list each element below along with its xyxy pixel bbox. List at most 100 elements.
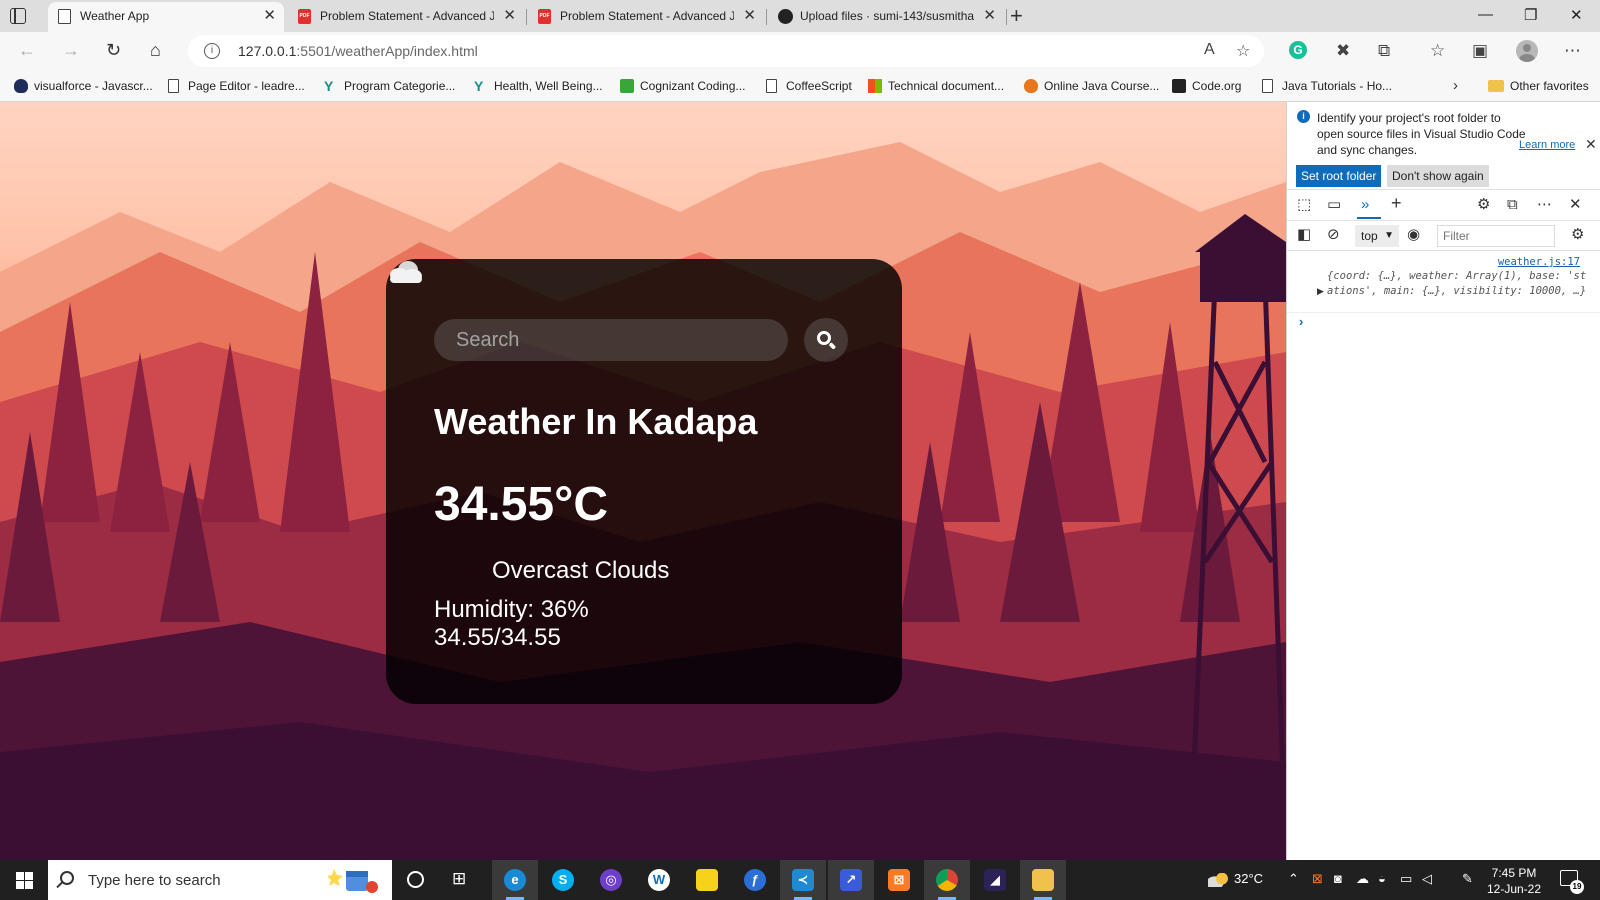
- other-favorites-label: Other favorites: [1510, 79, 1589, 93]
- expand-triangle-icon[interactable]: ▶: [1317, 286, 1324, 297]
- github-desktop-icon: ◎: [600, 869, 622, 891]
- sidebar-toggle-icon[interactable]: ◧: [1297, 226, 1311, 244]
- favorite-cognizant-coding[interactable]: Cognizant Coding...: [618, 76, 745, 96]
- settings-gear-icon[interactable]: ⚙: [1477, 196, 1490, 214]
- favorite-visualforce[interactable]: visualforce - Javascr...: [12, 76, 153, 96]
- extensions-icon[interactable]: ⧉: [1378, 41, 1390, 61]
- url-text[interactable]: 127.0.0.1:5501/weatherApp/index.html: [238, 43, 478, 59]
- tab-weather-app[interactable]: Weather App ✕: [48, 2, 284, 32]
- taskbar-search-box[interactable]: Type here to search: [48, 860, 392, 900]
- taskbar-xampp[interactable]: ⊠: [876, 860, 922, 900]
- inspect-element-icon[interactable]: ⬚: [1297, 196, 1311, 214]
- page-icon: [1262, 79, 1273, 93]
- tab-problem-statement-2[interactable]: PDF Problem Statement - Advanced J ✕: [528, 2, 764, 32]
- taskbar-eclipse[interactable]: ◢: [972, 860, 1018, 900]
- context-select[interactable]: top ▼: [1355, 225, 1399, 247]
- favorite-page-editor[interactable]: Page Editor - leadre...: [166, 76, 305, 96]
- chevron-right-icon[interactable]: ›: [1453, 77, 1458, 94]
- console-log-object[interactable]: {coord: {…}, weather: Array(1), base: 's…: [1327, 269, 1589, 298]
- favorite-java-tutorials[interactable]: Java Tutorials - Ho...: [1260, 76, 1392, 96]
- back-arrow-icon[interactable]: ←: [18, 39, 36, 61]
- dock-icon[interactable]: ⧉: [1507, 196, 1518, 214]
- forward-arrow-icon[interactable]: →: [62, 39, 80, 61]
- add-tool-icon[interactable]: +: [1391, 194, 1402, 212]
- refresh-icon[interactable]: ↻: [106, 39, 121, 61]
- more-tools-chevron-icon[interactable]: »: [1361, 196, 1369, 214]
- tray-weather[interactable]: 32°C: [1208, 871, 1263, 887]
- grammarly-icon[interactable]: G: [1289, 41, 1307, 59]
- address-bar[interactable]: i 127.0.0.1:5501/weatherApp/index.html A…: [188, 35, 1264, 67]
- live-expression-eye-icon[interactable]: ◉: [1407, 226, 1420, 244]
- more-options-icon[interactable]: ⋯: [1564, 41, 1581, 61]
- search-button[interactable]: [804, 318, 848, 362]
- taskbar-vscode[interactable]: ≺: [780, 860, 826, 900]
- info-icon: i: [1297, 110, 1310, 123]
- xampp-tray-icon[interactable]: ⊠: [1312, 871, 1323, 887]
- tab-upload-files[interactable]: Upload files · sumi-143/susmitha ✕: [768, 2, 1004, 32]
- eclipse-icon: ◢: [984, 869, 1006, 891]
- other-favorites-folder[interactable]: Other favorites: [1488, 76, 1589, 96]
- collections-icon[interactable]: ▣: [1472, 41, 1488, 61]
- search-input[interactable]: [434, 319, 788, 361]
- network-icon[interactable]: ◒: [1378, 871, 1386, 886]
- read-aloud-icon[interactable]: A: [1204, 41, 1215, 59]
- favorite-health-well-being[interactable]: Y Health, Well Being...: [472, 76, 603, 96]
- taskbar-sticky-notes[interactable]: [684, 860, 730, 900]
- taskbar-app-w[interactable]: W: [636, 860, 682, 900]
- site-info-icon[interactable]: i: [204, 43, 220, 59]
- cortana-icon[interactable]: [407, 871, 424, 888]
- home-icon[interactable]: ⌂: [150, 39, 161, 61]
- console-log-source-link[interactable]: weather.js:17: [1498, 256, 1580, 268]
- java-icon: [1024, 79, 1038, 93]
- task-view-icon[interactable]: ⊞: [452, 869, 466, 889]
- favorite-label: Health, Well Being...: [494, 79, 603, 93]
- favorite-online-java-course[interactable]: Online Java Course...: [1022, 76, 1159, 96]
- onedrive-icon[interactable]: ☁: [1356, 871, 1369, 887]
- learn-more-link[interactable]: Learn more: [1519, 139, 1575, 151]
- taskbar-github-desktop[interactable]: ◎: [588, 860, 634, 900]
- extension-tools-icon[interactable]: ✖: [1336, 41, 1350, 61]
- webcam-icon[interactable]: ◙: [1334, 871, 1342, 886]
- add-favorite-icon[interactable]: ☆: [1236, 41, 1250, 61]
- taskbar-app-arrow[interactable]: ↗: [828, 860, 874, 900]
- taskbar-skype[interactable]: S: [540, 860, 586, 900]
- close-icon[interactable]: ✕: [743, 2, 756, 30]
- favorite-program-categories[interactable]: Y Program Categorie...: [322, 76, 455, 96]
- dont-show-again-button[interactable]: Don't show again: [1387, 165, 1489, 187]
- device-emulation-icon[interactable]: ▭: [1327, 196, 1341, 214]
- favorite-code-org[interactable]: Code.org: [1170, 76, 1241, 96]
- favorite-coffeescript[interactable]: CoffeeScript: [764, 76, 852, 96]
- set-root-folder-button[interactable]: Set root folder: [1296, 165, 1382, 187]
- tab-problem-statement-1[interactable]: PDF Problem Statement - Advanced J ✕: [288, 2, 524, 32]
- taskbar-edge[interactable]: e: [492, 860, 538, 900]
- volume-icon[interactable]: ◁: [1422, 871, 1432, 887]
- favorite-technical-documentation[interactable]: Technical document...: [866, 76, 1004, 96]
- taskbar-chrome[interactable]: [924, 860, 970, 900]
- minimize-icon[interactable]: —: [1478, 6, 1493, 23]
- windows-taskbar: Type here to search ⊞ e S ◎ W ƒ ≺ ↗ ⊠ ◢ …: [0, 860, 1600, 900]
- favorites-icon[interactable]: ☆: [1430, 41, 1445, 61]
- battery-icon[interactable]: ▭: [1400, 871, 1412, 887]
- clear-console-icon[interactable]: ⊘: [1327, 226, 1340, 244]
- chevron-up-icon[interactable]: ⌃: [1288, 871, 1299, 887]
- restore-icon[interactable]: ❐: [1524, 6, 1537, 24]
- close-icon[interactable]: ✕: [503, 2, 516, 30]
- close-icon[interactable]: ✕: [263, 2, 276, 30]
- window-close-icon[interactable]: ✕: [1570, 6, 1583, 24]
- taskbar-firefox[interactable]: ƒ: [732, 860, 778, 900]
- console-prompt-icon[interactable]: ›: [1299, 314, 1303, 329]
- xampp-icon: ⊠: [888, 869, 910, 891]
- new-tab-button[interactable]: +: [1010, 3, 1023, 29]
- close-icon[interactable]: ✕: [983, 2, 996, 30]
- tab-actions-icon[interactable]: [10, 8, 26, 24]
- pen-icon[interactable]: ✎: [1462, 871, 1473, 887]
- system-clock[interactable]: 7:45 PM 12-Jun-22: [1484, 865, 1544, 897]
- taskbar-file-explorer[interactable]: [1020, 860, 1066, 900]
- close-icon[interactable]: ✕: [1585, 136, 1597, 153]
- more-options-icon[interactable]: ⋯: [1537, 196, 1552, 214]
- profile-avatar[interactable]: [1516, 40, 1538, 62]
- windows-start-icon[interactable]: [16, 872, 33, 889]
- close-devtools-icon[interactable]: ✕: [1569, 196, 1582, 214]
- console-filter-input[interactable]: [1437, 225, 1555, 247]
- console-settings-gear-icon[interactable]: ⚙: [1571, 226, 1584, 244]
